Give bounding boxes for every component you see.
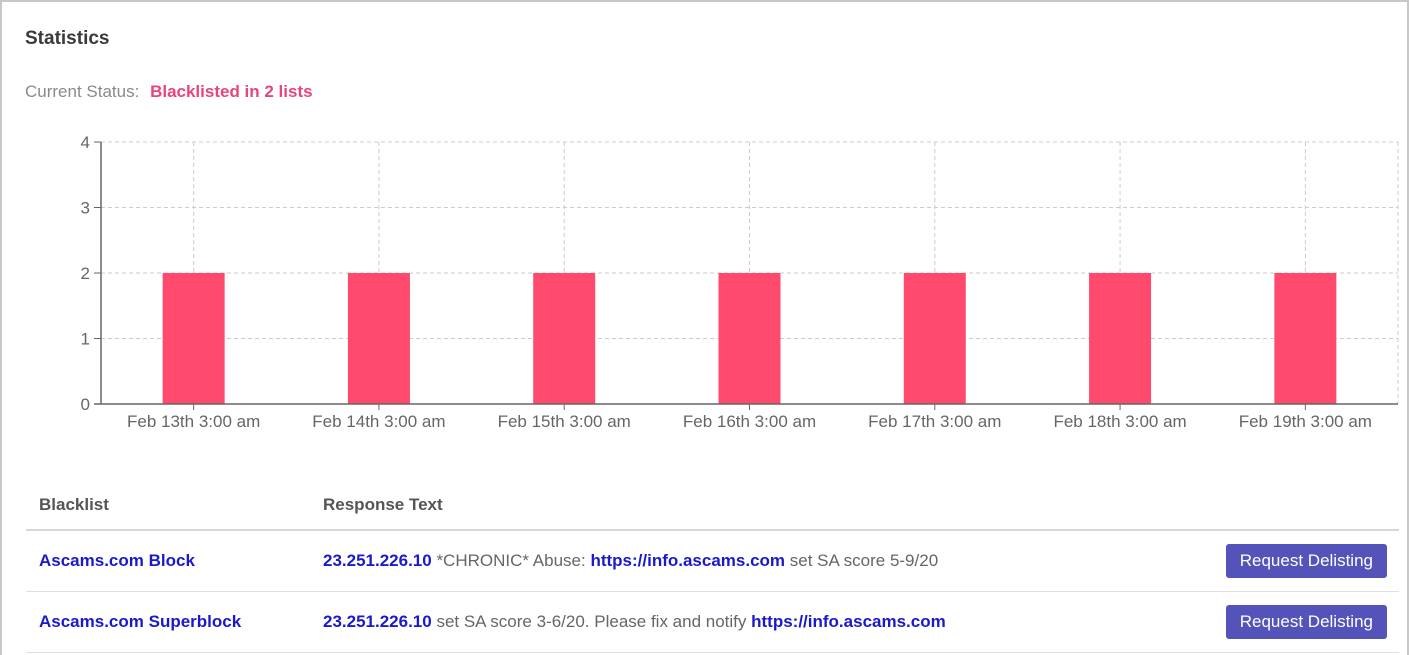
x-tick-label: Feb 19th 3:00 am (1239, 412, 1372, 431)
blacklist-bar-chart: 0 1 2 3 4 Feb 13th 3:00 am Feb 14th 3:00 am Feb… (81, 133, 1399, 431)
response-text: 23.251.226.10 *CHRONIC* Abuse: https://i… (323, 551, 938, 571)
response-text-before: set SA score 3-6/20. Please fix and noti… (431, 612, 752, 631)
response-text-before: *CHRONIC* Abuse: (431, 551, 591, 570)
table-header: Blacklist Response Text (26, 484, 1399, 531)
bar (533, 273, 596, 404)
table-row: Ascams.com Superblock 23.251.226.10 set … (26, 592, 1399, 653)
y-tick-label: 1 (81, 330, 90, 349)
bar (903, 273, 966, 404)
response-text-after: set SA score 5-9/20 (785, 551, 939, 570)
x-tick-label: Feb 14th 3:00 am (312, 412, 445, 431)
bar (718, 273, 781, 404)
x-tick-label: Feb 18th 3:00 am (1053, 412, 1186, 431)
ip-link[interactable]: 23.251.226.10 (323, 612, 432, 631)
blacklist-name-link[interactable]: Ascams.com Block (39, 551, 195, 571)
bar (1089, 273, 1152, 404)
header-response-text: Response Text (323, 495, 443, 514)
header-blacklist: Blacklist (39, 495, 109, 514)
y-tick-label: 4 (81, 133, 90, 152)
bar (347, 273, 410, 404)
bar (1274, 273, 1337, 404)
info-link[interactable]: https://info.ascams.com (751, 612, 946, 631)
statistics-panel: Statistics Current Status: Blacklisted i… (0, 0, 1409, 655)
bar (162, 273, 225, 404)
ip-link[interactable]: 23.251.226.10 (323, 551, 432, 570)
y-tick-label: 2 (81, 264, 90, 283)
x-tick-label: Feb 13th 3:00 am (127, 412, 260, 431)
blacklist-table: Blacklist Response Text Ascams.com Block… (26, 484, 1399, 653)
x-tick-label: Feb 16th 3:00 am (683, 412, 816, 431)
response-text: 23.251.226.10 set SA score 3-6/20. Pleas… (323, 612, 946, 632)
table-row: Ascams.com Block 23.251.226.10 *CHRONIC*… (26, 531, 1399, 592)
request-delisting-button[interactable]: Request Delisting (1225, 544, 1387, 578)
request-delisting-button[interactable]: Request Delisting (1225, 605, 1387, 639)
x-tick-label: Feb 15th 3:00 am (498, 412, 631, 431)
y-tick-label: 3 (81, 199, 90, 218)
x-tick-label: Feb 17th 3:00 am (868, 412, 1001, 431)
blacklist-name-link[interactable]: Ascams.com Superblock (39, 612, 241, 632)
y-tick-label: 0 (81, 395, 90, 414)
info-link[interactable]: https://info.ascams.com (590, 551, 785, 570)
